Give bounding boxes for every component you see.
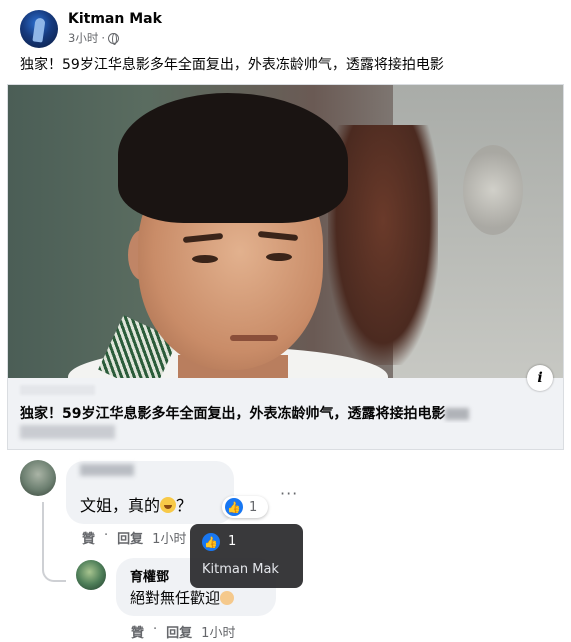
clap-emoji-icon bbox=[220, 591, 235, 605]
reply-reply-button[interactable]: 回复 bbox=[166, 622, 192, 641]
link-preview-image[interactable] bbox=[8, 85, 563, 378]
blurred-title-line bbox=[20, 425, 115, 439]
reply-time[interactable]: 1小时 bbox=[201, 622, 235, 641]
reply-avatar[interactable] bbox=[76, 560, 106, 590]
link-card-title-text: 独家！59岁江华息影多年全面复出，外表冻龄帅气，透露将接拍电影 bbox=[20, 406, 446, 422]
comment-text-end: ？ bbox=[176, 496, 193, 515]
reply-text: 絕對無任歡迎 bbox=[130, 587, 235, 608]
reactions-tooltip: 👍 1 Kitman Mak bbox=[190, 524, 303, 588]
link-card-title[interactable]: 独家！59岁江华息影多年全面复出，外表冻龄帅气，透露将接拍电影 bbox=[20, 403, 550, 423]
reply-action-separator: · bbox=[153, 622, 158, 637]
like-reaction-icon: 👍 bbox=[225, 498, 243, 516]
info-icon[interactable]: i bbox=[527, 365, 553, 391]
meta-separator: · bbox=[101, 31, 105, 45]
comment-text-main: 文姐，真的 bbox=[80, 496, 161, 515]
blurred-title-tail bbox=[445, 408, 470, 420]
post-text: 独家！59岁江华息影多年全面复出，外表冻龄帅气，透露将接拍电影 bbox=[20, 57, 444, 73]
reply-thread-line bbox=[42, 502, 66, 582]
tooltip-count: 1 bbox=[228, 534, 237, 549]
like-button[interactable]: 贊 bbox=[82, 528, 95, 547]
post-time[interactable]: 3小时 bbox=[68, 30, 98, 46]
post-meta: 3小时 · bbox=[68, 30, 119, 46]
reply-actions: 贊 · 回复 1小时 bbox=[131, 622, 235, 641]
reaction-summary[interactable]: 👍 1 bbox=[222, 496, 268, 518]
image-lamp bbox=[463, 145, 523, 235]
globe-icon[interactable] bbox=[107, 32, 119, 45]
reply-text-main: 絕對無任歡迎 bbox=[130, 589, 221, 607]
reply-author-name[interactable]: 育權鄧 bbox=[130, 566, 169, 585]
comment-more-options-icon[interactable]: ··· bbox=[280, 484, 298, 503]
post-header: Kitman Mak 3小时 · bbox=[20, 8, 560, 50]
reaction-count: 1 bbox=[249, 499, 258, 515]
tooltip-like-icon: 👍 bbox=[202, 533, 220, 551]
image-mouth bbox=[230, 335, 278, 341]
image-right-eye bbox=[266, 253, 292, 261]
author-avatar[interactable] bbox=[20, 10, 58, 48]
smiley-emoji-icon bbox=[160, 497, 177, 513]
comment-text: 文姐，真的 ？ bbox=[80, 492, 192, 516]
comment-time[interactable]: 1小时 bbox=[152, 528, 186, 547]
author-name[interactable]: Kitman Mak bbox=[68, 11, 162, 27]
commenter-avatar[interactable] bbox=[20, 460, 56, 496]
link-preview-card[interactable]: i 独家！59岁江华息影多年全面复出，外表冻龄帅气，透露将接拍电影 bbox=[7, 84, 564, 450]
comment-actions: 贊 · 回复 1小时 bbox=[82, 528, 186, 547]
image-left-eye bbox=[192, 255, 218, 263]
action-separator: · bbox=[104, 528, 109, 543]
reply-button[interactable]: 回复 bbox=[117, 528, 143, 547]
blurred-commenter-name bbox=[80, 464, 134, 476]
image-hair bbox=[118, 93, 348, 223]
reply-like-button[interactable]: 贊 bbox=[131, 622, 144, 641]
blurred-card-domain bbox=[20, 385, 95, 395]
tooltip-reactor-name: Kitman Mak bbox=[202, 562, 279, 577]
